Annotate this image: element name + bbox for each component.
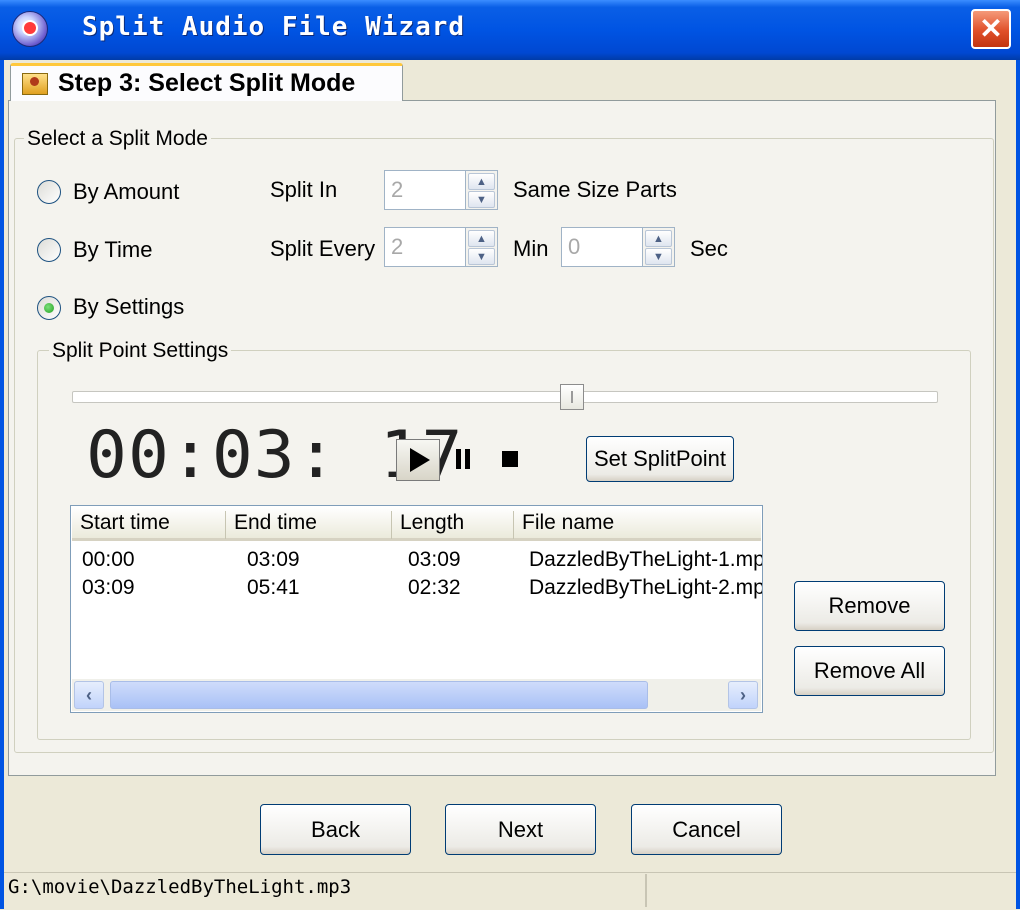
remove-all-button[interactable]: Remove All <box>794 646 945 696</box>
column-header-length[interactable]: Length <box>392 511 514 539</box>
cell-end-time: 05:41 <box>247 576 300 599</box>
window-frame-left <box>0 60 4 909</box>
split-every-label: Split Every <box>270 236 376 261</box>
radio-by-settings-label[interactable]: By Settings <box>73 294 184 320</box>
same-size-parts-label: Same Size Parts <box>513 177 677 202</box>
wizard-step-icon <box>22 73 48 95</box>
cell-start-time: 00:00 <box>82 548 135 571</box>
status-separator <box>645 874 647 907</box>
position-slider-thumb[interactable] <box>560 384 584 410</box>
window-title: Split Audio File Wizard <box>82 12 466 42</box>
spin-up-icon[interactable]: ▲ <box>645 230 672 247</box>
spin-up-icon[interactable]: ▲ <box>468 173 495 190</box>
cell-length: 02:32 <box>408 576 461 599</box>
set-splitpoint-button[interactable]: Set SplitPoint <box>586 436 734 482</box>
min-label: Min <box>513 236 549 261</box>
stop-icon <box>502 451 518 467</box>
close-icon: ✕ <box>979 13 1003 44</box>
radio-by-time[interactable] <box>37 238 61 262</box>
split-mode-legend: Select a Split Mode <box>24 127 211 151</box>
split-in-label: Split In <box>270 177 338 202</box>
status-file-path: G:\movie\DazzledByTheLight.mp3 <box>8 876 352 898</box>
position-slider-track[interactable] <box>72 391 938 403</box>
split-point-legend: Split Point Settings <box>49 339 232 363</box>
next-button[interactable]: Next <box>445 804 596 855</box>
window-frame-right <box>1016 60 1020 909</box>
remove-button[interactable]: Remove <box>794 581 945 631</box>
split-in-spinner: ▲ ▼ <box>466 170 498 210</box>
app-icon <box>12 11 48 47</box>
split-list[interactable]: Start time End time Length File name 00:… <box>70 505 763 713</box>
spin-down-icon[interactable]: ▼ <box>468 248 495 265</box>
cancel-button[interactable]: Cancel <box>631 804 782 855</box>
play-icon <box>410 448 430 472</box>
pause-button[interactable] <box>443 439 483 479</box>
sec-label: Sec <box>690 236 728 261</box>
scrollbar-thumb[interactable] <box>110 681 648 709</box>
cell-length: 03:09 <box>408 548 461 571</box>
column-header-file-name[interactable]: File name <box>514 511 761 539</box>
scroll-right-icon[interactable]: › <box>728 681 758 709</box>
column-header-end-time[interactable]: End time <box>226 511 392 539</box>
split-every-min-spinner: ▲ ▼ <box>466 227 498 267</box>
radio-by-settings[interactable] <box>37 296 61 320</box>
cell-end-time: 03:09 <box>247 548 300 571</box>
close-button[interactable]: ✕ <box>971 9 1011 49</box>
cell-start-time: 03:09 <box>82 576 135 599</box>
spin-up-icon[interactable]: ▲ <box>468 230 495 247</box>
list-header: Start time End time Length File name <box>72 507 761 541</box>
scroll-left-icon[interactable]: ‹ <box>74 681 104 709</box>
table-row[interactable]: 00:00 03:09 03:09 DazzledByTheLight-1.mp <box>71 546 763 574</box>
radio-by-amount[interactable] <box>37 180 61 204</box>
horizontal-scrollbar[interactable]: ‹ › <box>72 679 761 711</box>
tab-label: Step 3: Select Split Mode <box>58 69 356 97</box>
split-every-sec-input[interactable]: 0 <box>561 227 643 267</box>
play-button[interactable] <box>396 439 440 481</box>
stop-button[interactable] <box>490 439 530 479</box>
cell-file-name: DazzledByTheLight-2.mp <box>529 576 763 599</box>
spin-down-icon[interactable]: ▼ <box>645 248 672 265</box>
column-header-start-time[interactable]: Start time <box>72 511 226 539</box>
radio-by-time-label[interactable]: By Time <box>73 237 152 263</box>
back-button[interactable]: Back <box>260 804 411 855</box>
pause-icon <box>456 449 470 469</box>
cell-file-name: DazzledByTheLight-1.mp <box>529 548 763 571</box>
split-every-min-input[interactable]: 2 <box>384 227 466 267</box>
split-every-sec-spinner: ▲ ▼ <box>643 227 675 267</box>
split-in-input[interactable]: 2 <box>384 170 466 210</box>
spin-down-icon[interactable]: ▼ <box>468 191 495 208</box>
table-row[interactable]: 03:09 05:41 02:32 DazzledByTheLight-2.mp <box>71 574 763 602</box>
radio-by-amount-label[interactable]: By Amount <box>73 179 179 205</box>
